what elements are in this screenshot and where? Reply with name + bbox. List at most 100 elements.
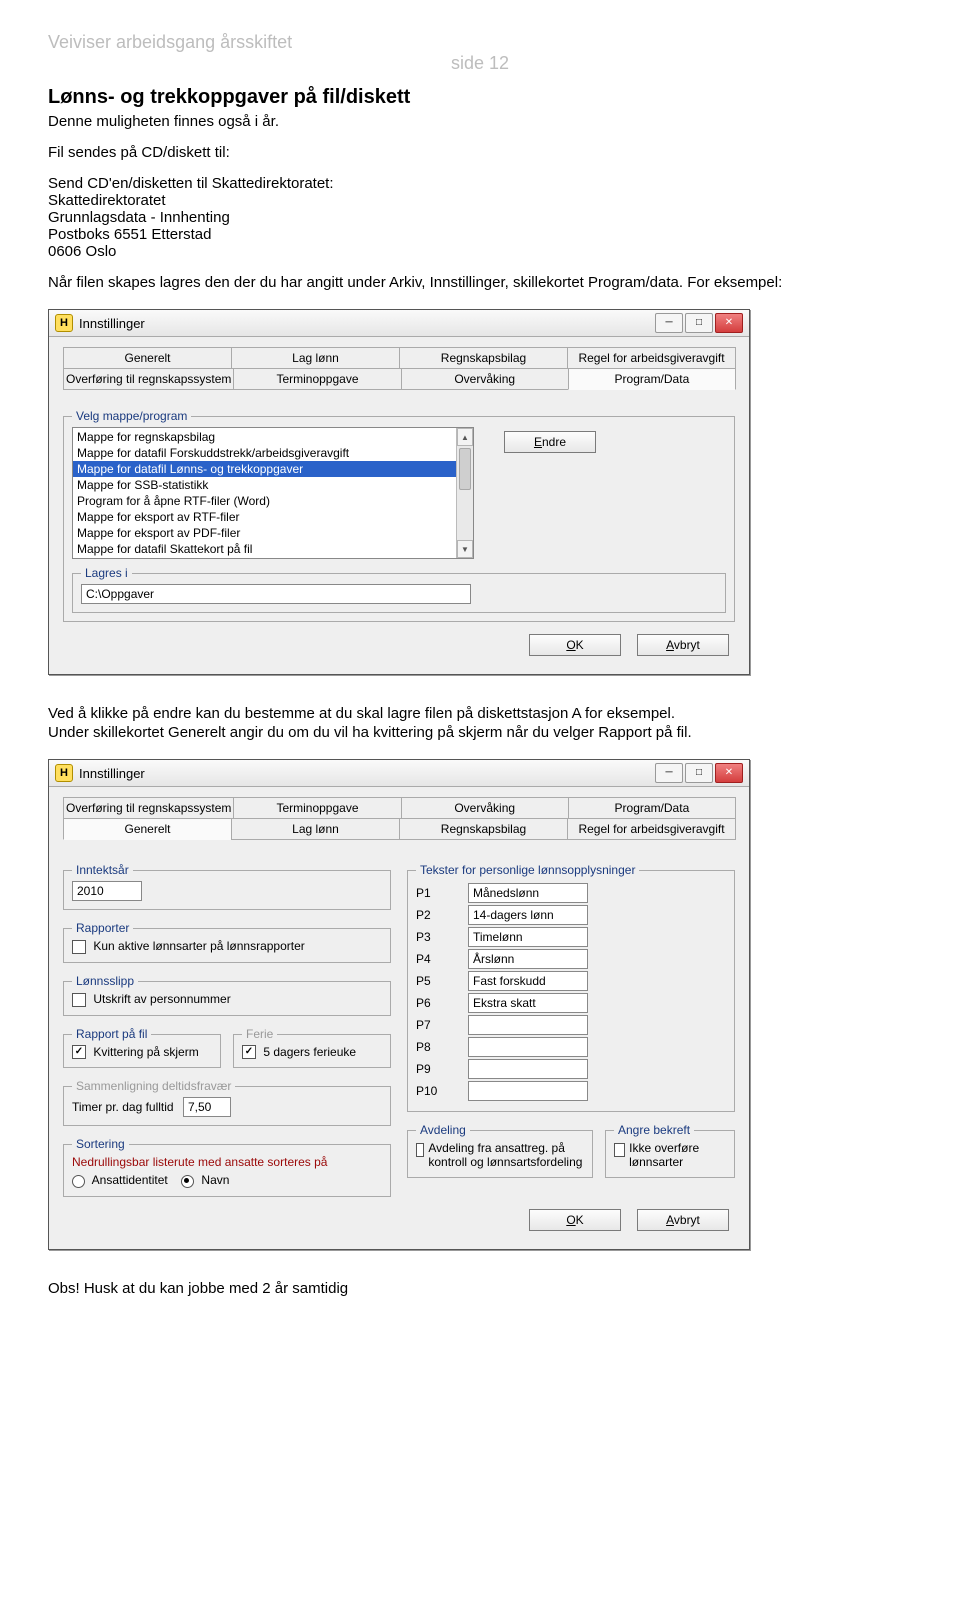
inntektsar-input[interactable]: 2010 [72, 881, 142, 901]
tab-avgift[interactable]: Regel for arbeidsgiveravgift [567, 818, 736, 840]
ok-button[interactable]: OK [529, 1209, 621, 1231]
tab-label: Overvåking [454, 801, 515, 815]
scroll-down-button[interactable]: ▼ [457, 540, 473, 558]
endre-button[interactable]: Endre [504, 431, 596, 453]
listbox-scrollbar[interactable]: ▲ ▼ [456, 428, 473, 558]
close-button[interactable]: ✕ [715, 313, 743, 333]
scroll-track[interactable] [457, 446, 473, 540]
list-item[interactable]: Mappe for eksport av PDF-filer [73, 525, 473, 541]
radio-label: Ansattidentitet [92, 1173, 168, 1187]
list-item[interactable]: Mappe for datafil Lønns- og trekkoppgave… [73, 461, 473, 477]
folder-listbox[interactable]: Mappe for regnskapsbilagMappe for datafi… [72, 427, 474, 559]
tab-avgift[interactable]: Regel for arbeidsgiveravgift [567, 347, 736, 369]
angre-checkbox[interactable] [614, 1143, 625, 1157]
group-label: Velg mappe/program [72, 409, 191, 423]
p-input[interactable]: Ekstra skatt [468, 993, 588, 1013]
kvittering-checkbox[interactable] [72, 1045, 86, 1059]
window-title: Innstillinger [79, 766, 655, 781]
radio-ansattidentitet[interactable] [72, 1175, 85, 1188]
tab-terminoppgave[interactable]: Terminoppgave [233, 368, 401, 390]
minimize-button[interactable]: ─ [655, 763, 683, 783]
tab-label: Program/Data [615, 372, 690, 386]
ok-button[interactable]: OK [529, 634, 621, 656]
tab-regnskapsbilag[interactable]: Regnskapsbilag [399, 347, 568, 369]
tab-lag-lonn[interactable]: Lag lønn [231, 818, 400, 840]
minimize-button[interactable]: ─ [655, 313, 683, 333]
middle-line-2: Under skillekortet Generelt angir du om … [48, 724, 912, 741]
list-item[interactable]: Mappe for datafil Skattekort på fil [73, 541, 473, 557]
avdeling-checkbox[interactable] [416, 1143, 424, 1157]
p-input[interactable]: Årslønn [468, 949, 588, 969]
group-label: Sammenligning deltidsfravær [72, 1079, 235, 1093]
tab-terminoppgave[interactable]: Terminoppgave [233, 797, 401, 819]
p-input[interactable]: Timelønn [468, 927, 588, 947]
p-label: P10 [416, 1084, 444, 1098]
path-display: C:\Oppgaver [81, 584, 471, 604]
btn-mnemonic: A [666, 1213, 674, 1227]
btn-text: ndre [542, 435, 566, 449]
tab-label: Terminoppgave [276, 372, 358, 386]
p-input[interactable] [468, 1059, 588, 1079]
list-item[interactable]: Mappe for regnskapsbilag [73, 429, 473, 445]
address-line: Grunnlagsdata - Innhenting [48, 209, 912, 226]
btn-text: K [576, 638, 584, 652]
p-input[interactable]: Månedslønn [468, 883, 588, 903]
p-input[interactable]: 14-dagers lønn [468, 905, 588, 925]
cancel-button[interactable]: Avbryt [637, 1209, 729, 1231]
tab-overvaking[interactable]: Overvåking [401, 368, 569, 390]
scroll-up-button[interactable]: ▲ [457, 428, 473, 446]
group-lonnslipp: Lønnsslipp Utskrift av personnummer [63, 981, 391, 1016]
doc-page-number: side 12 [48, 53, 912, 74]
lonnslipp-checkbox[interactable] [72, 993, 86, 1007]
p-input[interactable]: Fast forskudd [468, 971, 588, 991]
list-item[interactable]: Mappe for datafil Forskuddstrekk/arbeids… [73, 445, 473, 461]
tab-generelt[interactable]: Generelt [63, 818, 232, 840]
cancel-button[interactable]: Avbryt [637, 634, 729, 656]
avdeling-checkbox-label: Avdeling fra ansattreg. på kontroll og l… [428, 1141, 584, 1169]
window-titlebar[interactable]: H Innstillinger ─ □ ✕ [49, 760, 749, 787]
radio-navn[interactable] [181, 1175, 194, 1188]
tab-label: Regel for arbeidsgiveravgift [578, 822, 724, 836]
tab-overforing[interactable]: Overføring til regnskapssystem [63, 368, 234, 390]
group-sammenligning: Sammenligning deltidsfravær Timer pr. da… [63, 1086, 391, 1126]
list-item[interactable]: Mappe for eksport av RTF-filer [73, 509, 473, 525]
address-line: Skattedirektoratet [48, 192, 912, 209]
tab-overforing[interactable]: Overføring til regnskapssystem [63, 797, 234, 819]
p-row: P1Månedslønn [416, 883, 726, 903]
tab-lag-lonn[interactable]: Lag lønn [231, 347, 400, 369]
p-row: P214-dagers lønn [416, 905, 726, 925]
group-label: Ferie [242, 1027, 277, 1041]
tab-program-data[interactable]: Program/Data [568, 368, 736, 390]
angre-checkbox-label: Ikke overføre lønnsarter [629, 1141, 726, 1169]
p-label: P5 [416, 974, 444, 988]
maximize-button[interactable]: □ [685, 763, 713, 783]
p-input[interactable] [468, 1015, 588, 1035]
window-titlebar[interactable]: H Innstillinger ─ □ ✕ [49, 310, 749, 337]
rapporter-checkbox[interactable] [72, 940, 86, 954]
p-row: P6Ekstra skatt [416, 993, 726, 1013]
intro-line-1: Denne muligheten finnes også i år. [48, 113, 912, 130]
app-icon: H [55, 314, 73, 332]
ferie-checkbox[interactable] [242, 1045, 256, 1059]
group-label: Avdeling [416, 1123, 470, 1137]
group-inntektsar: Inntektsår 2010 [63, 870, 391, 910]
tab-label: Overvåking [454, 372, 515, 386]
maximize-button[interactable]: □ [685, 313, 713, 333]
p-input[interactable] [468, 1081, 588, 1101]
timer-input[interactable]: 7,50 [183, 1097, 231, 1117]
group-label: Tekster for personlige lønnsopplysninger [416, 863, 639, 877]
list-item[interactable]: Mappe for SSB-statistikk [73, 477, 473, 493]
settings-window-2: H Innstillinger ─ □ ✕ Overføring til reg… [48, 759, 750, 1250]
p-input[interactable] [468, 1037, 588, 1057]
list-item[interactable]: Program for å åpne RTF-filer (Word) [73, 493, 473, 509]
tab-row-2: Overføring til regnskapssystem Terminopp… [63, 368, 735, 390]
tab-overvaking[interactable]: Overvåking [401, 797, 569, 819]
btn-mnemonic: O [566, 638, 575, 652]
tab-regnskapsbilag[interactable]: Regnskapsbilag [399, 818, 568, 840]
scroll-thumb[interactable] [459, 448, 471, 490]
close-button[interactable]: ✕ [715, 763, 743, 783]
timer-label: Timer pr. dag fulltid [72, 1100, 174, 1114]
tab-generelt[interactable]: Generelt [63, 347, 232, 369]
p-row: P5 Fast forskudd [416, 971, 726, 991]
tab-program-data[interactable]: Program/Data [568, 797, 736, 819]
